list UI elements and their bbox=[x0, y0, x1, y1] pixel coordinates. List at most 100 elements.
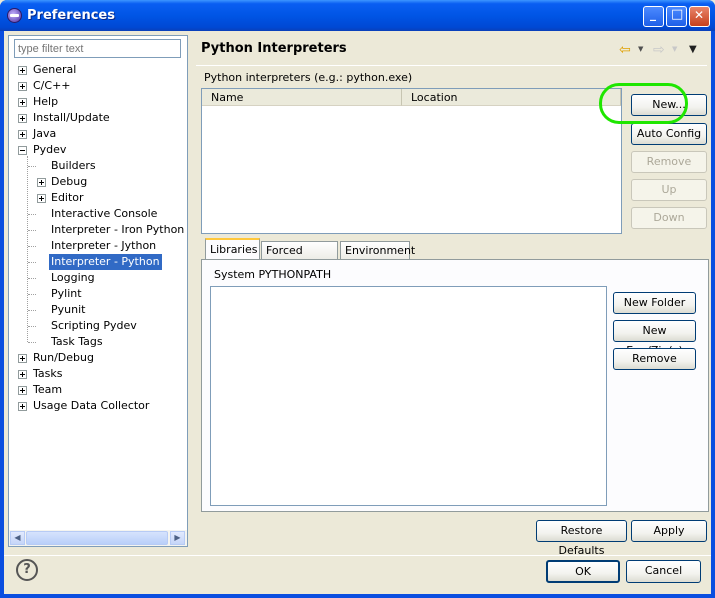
tree-item[interactable]: Scripting Pydev bbox=[9, 318, 187, 334]
close-icon: ✕ bbox=[694, 8, 705, 22]
tree-item[interactable]: Pyunit bbox=[9, 302, 187, 318]
remove-path-button[interactable]: Remove bbox=[613, 348, 696, 370]
remove-interpreter-button[interactable]: Remove bbox=[631, 151, 707, 173]
preference-tree: General C/C++ Help Install/Update Java Pydev B… bbox=[9, 62, 187, 532]
up-button[interactable]: Up bbox=[631, 179, 707, 201]
title-bar[interactable]: Preferences _ □ ✕ bbox=[0, 0, 715, 31]
expand-plus-icon[interactable] bbox=[18, 370, 27, 379]
tree-branch-line bbox=[28, 262, 36, 263]
tree-item-label: Interpreter - Python bbox=[49, 254, 162, 270]
tree-branch-line bbox=[28, 230, 36, 231]
scroll-thumb[interactable] bbox=[26, 531, 168, 545]
tree-item-label: Pyunit bbox=[51, 303, 86, 316]
dialog-client: General C/C++ Help Install/Update Java Pydev B… bbox=[4, 31, 711, 594]
tree-item[interactable]: Interpreter - Iron Python bbox=[9, 222, 187, 238]
tab-libraries[interactable]: Libraries bbox=[205, 238, 260, 260]
new-folder-button[interactable]: New Folder bbox=[613, 292, 696, 314]
tree-item[interactable]: Java bbox=[9, 126, 187, 142]
tree-horizontal-scrollbar[interactable]: ◀ ▶ bbox=[9, 530, 187, 546]
back-arrow-icon[interactable]: ⇦ bbox=[619, 42, 631, 58]
tree-branch-line bbox=[28, 166, 36, 167]
scroll-left-arrow-icon[interactable]: ◀ bbox=[10, 531, 25, 545]
page-title: Python Interpreters bbox=[201, 41, 347, 56]
restore-defaults-button[interactable]: Restore Defaults bbox=[536, 520, 627, 557]
tree-branch-line bbox=[28, 310, 36, 311]
tree-item[interactable]: Builders bbox=[9, 158, 187, 174]
tree-item[interactable]: Usage Data Collector bbox=[9, 398, 187, 414]
tree-item[interactable]: Editor bbox=[9, 190, 187, 206]
tree-item[interactable]: Team bbox=[9, 382, 187, 398]
tab-environment[interactable]: Environment bbox=[340, 241, 415, 260]
tree-item[interactable]: Help bbox=[9, 94, 187, 110]
expand-plus-icon[interactable] bbox=[18, 114, 27, 123]
maximize-button[interactable]: □ bbox=[666, 6, 687, 27]
interpreters-table[interactable]: Name Location bbox=[201, 88, 622, 234]
tree-item-label: Interactive Console bbox=[51, 207, 158, 220]
collapse-minus-icon[interactable] bbox=[18, 146, 27, 155]
tree-item-label: Pydev bbox=[33, 143, 67, 156]
expand-plus-icon[interactable] bbox=[18, 98, 27, 107]
tree-item[interactable]: Task Tags bbox=[9, 334, 187, 350]
down-button[interactable]: Down bbox=[631, 207, 707, 229]
tree-item[interactable]: C/C++ bbox=[9, 78, 187, 94]
preference-page: Python Interpreters ⇦ ▼ ⇨ ▼ ▼ Python int… bbox=[196, 31, 709, 557]
expand-plus-icon[interactable] bbox=[37, 194, 46, 203]
tree-branch-line bbox=[28, 294, 36, 295]
tree-item[interactable]: Interpreter - Python bbox=[9, 254, 187, 270]
interpreters-label: Python interpreters (e.g.: python.exe) bbox=[204, 71, 413, 84]
tree-item[interactable]: Install/Update bbox=[9, 110, 187, 126]
footer-separator bbox=[4, 555, 711, 556]
back-dropdown-icon[interactable]: ▼ bbox=[638, 45, 643, 53]
expand-plus-icon[interactable] bbox=[18, 130, 27, 139]
preference-tree-panel: General C/C++ Help Install/Update Java Pydev B… bbox=[8, 35, 188, 547]
new-egg-zip-button[interactable]: New Egg/Zip(s) bbox=[613, 320, 696, 357]
tree-branch-line bbox=[28, 246, 36, 247]
pythonpath-list[interactable] bbox=[210, 286, 607, 506]
tree-item-label: Run/Debug bbox=[33, 351, 94, 364]
close-button[interactable]: ✕ bbox=[689, 6, 710, 27]
scroll-right-arrow-icon[interactable]: ▶ bbox=[170, 531, 185, 545]
minimize-icon: _ bbox=[650, 7, 656, 21]
tree-item-label: Interpreter - Iron Python bbox=[51, 223, 185, 236]
tree-item[interactable]: Run/Debug bbox=[9, 350, 187, 366]
tree-item[interactable]: Logging bbox=[9, 270, 187, 286]
libraries-tab-panel: System PYTHONPATH New Folder New Egg/Zip… bbox=[201, 259, 709, 512]
tree-item-label: Scripting Pydev bbox=[51, 319, 137, 332]
forward-arrow-icon[interactable]: ⇨ bbox=[653, 42, 665, 58]
cancel-button[interactable]: Cancel bbox=[626, 560, 701, 583]
tab-forced-builtins[interactable]: Forced Builtins bbox=[261, 241, 338, 274]
forward-dropdown-icon[interactable]: ▼ bbox=[672, 45, 677, 53]
tree-item[interactable]: Interactive Console bbox=[9, 206, 187, 222]
tree-item[interactable]: General bbox=[9, 62, 187, 78]
tree-item-label: Builders bbox=[51, 159, 96, 172]
tree-item-label: Help bbox=[33, 95, 59, 108]
expand-plus-icon[interactable] bbox=[37, 178, 46, 187]
help-icon[interactable]: ? bbox=[16, 559, 38, 581]
view-menu-icon[interactable]: ▼ bbox=[689, 44, 697, 55]
tree-item-label: Tasks bbox=[33, 367, 63, 380]
tree-item-label: Pylint bbox=[51, 287, 82, 300]
column-header-location[interactable]: Location bbox=[402, 89, 621, 106]
minimize-button[interactable]: _ bbox=[643, 6, 664, 27]
expand-plus-icon[interactable] bbox=[18, 402, 27, 411]
tree-item[interactable]: Tasks bbox=[9, 366, 187, 382]
expand-plus-icon[interactable] bbox=[18, 386, 27, 395]
tree-item[interactable]: Interpreter - Jython bbox=[9, 238, 187, 254]
expand-plus-icon[interactable] bbox=[18, 354, 27, 363]
tree-item-label: Task Tags bbox=[51, 335, 103, 348]
preferences-window: Preferences _ □ ✕ General C/C++ Help Instal… bbox=[0, 0, 715, 598]
filter-input[interactable] bbox=[14, 39, 181, 58]
tree-item[interactable]: Debug bbox=[9, 174, 187, 190]
tree-item[interactable]: Pydev bbox=[9, 142, 187, 158]
expand-plus-icon[interactable] bbox=[18, 66, 27, 75]
tree-item-label: Java bbox=[33, 127, 57, 140]
auto-config-button[interactable]: Auto Config bbox=[631, 123, 707, 145]
tree-item-label: C/C++ bbox=[33, 79, 71, 92]
tree-item[interactable]: Pylint bbox=[9, 286, 187, 302]
expand-plus-icon[interactable] bbox=[18, 82, 27, 91]
ok-button[interactable]: OK bbox=[546, 560, 620, 583]
column-header-name[interactable]: Name bbox=[202, 89, 402, 106]
apply-button[interactable]: Apply bbox=[631, 520, 707, 542]
tree-item-label: Logging bbox=[51, 271, 95, 284]
header-separator bbox=[196, 65, 707, 66]
